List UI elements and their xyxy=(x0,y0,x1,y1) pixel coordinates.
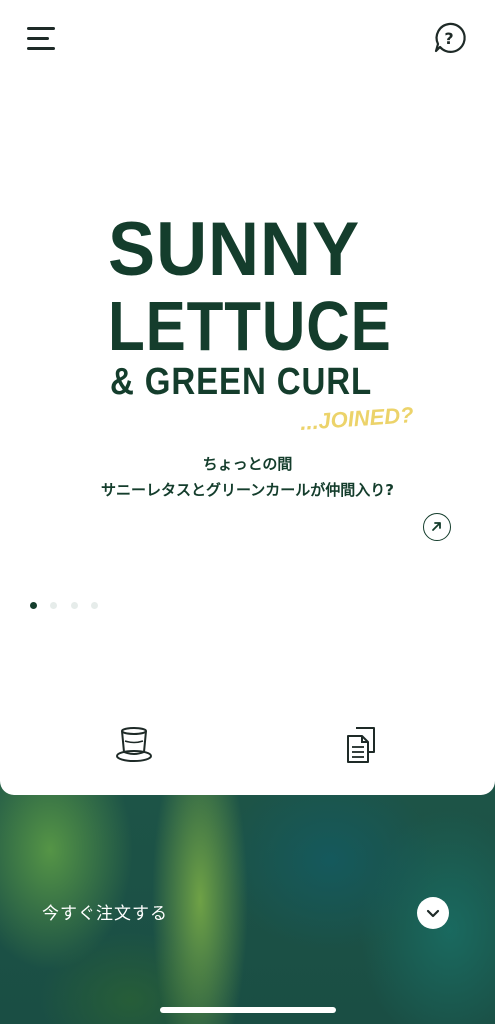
hero-tagline: ...JOINED? xyxy=(299,402,415,435)
hero-title-line2: LETTUCE xyxy=(108,287,392,365)
documents-icon[interactable] xyxy=(344,726,378,764)
hero-banner[interactable]: SUNNY LETTUCE & GREEN CURL ...JOINED? xyxy=(0,210,495,450)
promo-card: ? SUNNY LETTUCE & GREEN CURL ...JOINED? … xyxy=(0,0,495,795)
cup-icon[interactable] xyxy=(114,725,154,765)
arrow-up-right-icon[interactable] xyxy=(423,513,451,541)
home-indicator[interactable] xyxy=(160,1007,336,1013)
carousel-dot[interactable] xyxy=(50,602,57,609)
chevron-down-icon[interactable] xyxy=(417,897,449,929)
hamburger-menu-icon[interactable] xyxy=(27,26,59,52)
order-now-label[interactable]: 今すぐ注文する xyxy=(42,899,168,924)
question-bubble-icon[interactable]: ? xyxy=(431,20,467,56)
carousel-dot[interactable] xyxy=(30,602,37,609)
hero-description-line2: サニーレタスとグリーンカールが仲間入り? xyxy=(101,481,394,499)
hero-title-line3: & GREEN CURL xyxy=(110,361,373,403)
svg-text:?: ? xyxy=(444,29,453,48)
carousel-dot[interactable] xyxy=(91,602,98,609)
carousel-dot[interactable] xyxy=(71,602,78,609)
hero-description-line1: ちょっとの間 xyxy=(202,455,293,473)
hero-title-line1: SUNNY xyxy=(108,207,361,292)
